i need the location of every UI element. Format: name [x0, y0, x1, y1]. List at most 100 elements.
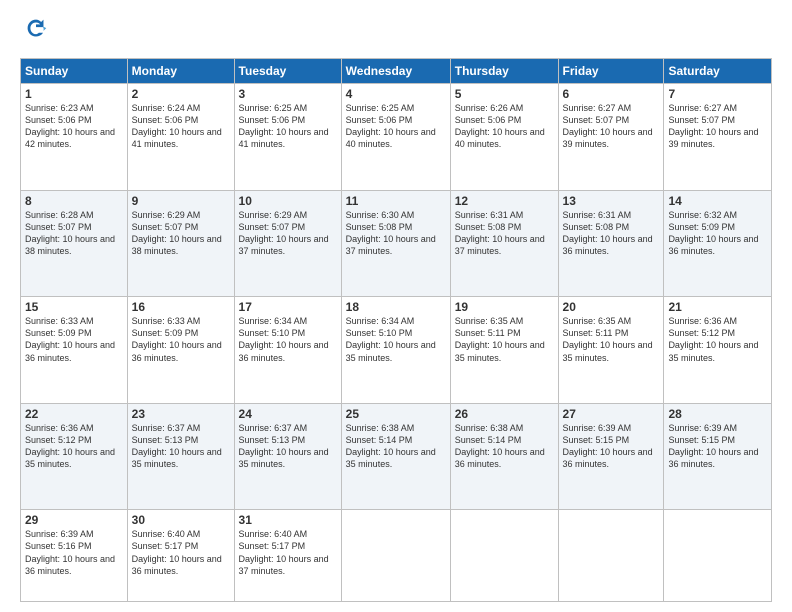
calendar-cell: 23Sunrise: 6:37 AMSunset: 5:13 PMDayligh…	[127, 403, 234, 510]
calendar-table: SundayMondayTuesdayWednesdayThursdayFrid…	[20, 58, 772, 602]
day-number: 17	[239, 300, 337, 314]
day-info: Sunrise: 6:27 AMSunset: 5:07 PMDaylight:…	[563, 102, 660, 151]
day-number: 22	[25, 407, 123, 421]
calendar-cell: 10Sunrise: 6:29 AMSunset: 5:07 PMDayligh…	[234, 190, 341, 297]
calendar-cell	[664, 510, 772, 602]
day-info: Sunrise: 6:33 AMSunset: 5:09 PMDaylight:…	[25, 315, 123, 364]
day-number: 4	[346, 87, 446, 101]
calendar-cell: 15Sunrise: 6:33 AMSunset: 5:09 PMDayligh…	[21, 297, 128, 404]
day-info: Sunrise: 6:35 AMSunset: 5:11 PMDaylight:…	[563, 315, 660, 364]
calendar-cell: 2Sunrise: 6:24 AMSunset: 5:06 PMDaylight…	[127, 84, 234, 191]
calendar-cell: 28Sunrise: 6:39 AMSunset: 5:15 PMDayligh…	[664, 403, 772, 510]
weekday-header: Wednesday	[341, 59, 450, 84]
calendar-cell: 8Sunrise: 6:28 AMSunset: 5:07 PMDaylight…	[21, 190, 128, 297]
logo-icon	[22, 15, 50, 43]
day-number: 9	[132, 194, 230, 208]
calendar-cell: 7Sunrise: 6:27 AMSunset: 5:07 PMDaylight…	[664, 84, 772, 191]
day-info: Sunrise: 6:38 AMSunset: 5:14 PMDaylight:…	[455, 422, 554, 471]
calendar-cell: 20Sunrise: 6:35 AMSunset: 5:11 PMDayligh…	[558, 297, 664, 404]
calendar-cell: 21Sunrise: 6:36 AMSunset: 5:12 PMDayligh…	[664, 297, 772, 404]
day-info: Sunrise: 6:29 AMSunset: 5:07 PMDaylight:…	[239, 209, 337, 258]
day-number: 15	[25, 300, 123, 314]
calendar-cell	[558, 510, 664, 602]
calendar-cell: 18Sunrise: 6:34 AMSunset: 5:10 PMDayligh…	[341, 297, 450, 404]
day-number: 28	[668, 407, 767, 421]
day-info: Sunrise: 6:34 AMSunset: 5:10 PMDaylight:…	[346, 315, 446, 364]
calendar-cell: 11Sunrise: 6:30 AMSunset: 5:08 PMDayligh…	[341, 190, 450, 297]
calendar-cell: 3Sunrise: 6:25 AMSunset: 5:06 PMDaylight…	[234, 84, 341, 191]
day-number: 16	[132, 300, 230, 314]
calendar-cell: 4Sunrise: 6:25 AMSunset: 5:06 PMDaylight…	[341, 84, 450, 191]
header	[20, 15, 772, 48]
calendar-cell: 27Sunrise: 6:39 AMSunset: 5:15 PMDayligh…	[558, 403, 664, 510]
day-number: 27	[563, 407, 660, 421]
day-number: 21	[668, 300, 767, 314]
calendar-cell: 6Sunrise: 6:27 AMSunset: 5:07 PMDaylight…	[558, 84, 664, 191]
day-info: Sunrise: 6:33 AMSunset: 5:09 PMDaylight:…	[132, 315, 230, 364]
day-info: Sunrise: 6:31 AMSunset: 5:08 PMDaylight:…	[455, 209, 554, 258]
day-number: 20	[563, 300, 660, 314]
calendar-cell: 26Sunrise: 6:38 AMSunset: 5:14 PMDayligh…	[450, 403, 558, 510]
day-number: 12	[455, 194, 554, 208]
day-info: Sunrise: 6:37 AMSunset: 5:13 PMDaylight:…	[239, 422, 337, 471]
day-info: Sunrise: 6:39 AMSunset: 5:15 PMDaylight:…	[668, 422, 767, 471]
calendar-cell: 16Sunrise: 6:33 AMSunset: 5:09 PMDayligh…	[127, 297, 234, 404]
day-info: Sunrise: 6:37 AMSunset: 5:13 PMDaylight:…	[132, 422, 230, 471]
calendar-cell: 25Sunrise: 6:38 AMSunset: 5:14 PMDayligh…	[341, 403, 450, 510]
day-number: 6	[563, 87, 660, 101]
calendar-cell: 17Sunrise: 6:34 AMSunset: 5:10 PMDayligh…	[234, 297, 341, 404]
day-info: Sunrise: 6:23 AMSunset: 5:06 PMDaylight:…	[25, 102, 123, 151]
day-info: Sunrise: 6:39 AMSunset: 5:16 PMDaylight:…	[25, 528, 123, 577]
day-info: Sunrise: 6:24 AMSunset: 5:06 PMDaylight:…	[132, 102, 230, 151]
day-info: Sunrise: 6:40 AMSunset: 5:17 PMDaylight:…	[132, 528, 230, 577]
day-number: 3	[239, 87, 337, 101]
logo	[20, 15, 50, 48]
day-number: 11	[346, 194, 446, 208]
calendar-cell: 19Sunrise: 6:35 AMSunset: 5:11 PMDayligh…	[450, 297, 558, 404]
day-number: 2	[132, 87, 230, 101]
day-info: Sunrise: 6:27 AMSunset: 5:07 PMDaylight:…	[668, 102, 767, 151]
weekday-header: Monday	[127, 59, 234, 84]
day-info: Sunrise: 6:30 AMSunset: 5:08 PMDaylight:…	[346, 209, 446, 258]
calendar-cell: 29Sunrise: 6:39 AMSunset: 5:16 PMDayligh…	[21, 510, 128, 602]
calendar-cell	[450, 510, 558, 602]
calendar-cell: 5Sunrise: 6:26 AMSunset: 5:06 PMDaylight…	[450, 84, 558, 191]
day-info: Sunrise: 6:32 AMSunset: 5:09 PMDaylight:…	[668, 209, 767, 258]
day-number: 1	[25, 87, 123, 101]
day-info: Sunrise: 6:25 AMSunset: 5:06 PMDaylight:…	[239, 102, 337, 151]
day-info: Sunrise: 6:35 AMSunset: 5:11 PMDaylight:…	[455, 315, 554, 364]
day-info: Sunrise: 6:36 AMSunset: 5:12 PMDaylight:…	[668, 315, 767, 364]
day-number: 18	[346, 300, 446, 314]
day-number: 25	[346, 407, 446, 421]
day-info: Sunrise: 6:36 AMSunset: 5:12 PMDaylight:…	[25, 422, 123, 471]
day-info: Sunrise: 6:29 AMSunset: 5:07 PMDaylight:…	[132, 209, 230, 258]
weekday-header: Saturday	[664, 59, 772, 84]
day-info: Sunrise: 6:28 AMSunset: 5:07 PMDaylight:…	[25, 209, 123, 258]
calendar-cell: 1Sunrise: 6:23 AMSunset: 5:06 PMDaylight…	[21, 84, 128, 191]
day-number: 29	[25, 513, 123, 527]
calendar-cell: 9Sunrise: 6:29 AMSunset: 5:07 PMDaylight…	[127, 190, 234, 297]
day-number: 26	[455, 407, 554, 421]
day-number: 24	[239, 407, 337, 421]
calendar-header-row: SundayMondayTuesdayWednesdayThursdayFrid…	[21, 59, 772, 84]
day-number: 10	[239, 194, 337, 208]
weekday-header: Tuesday	[234, 59, 341, 84]
day-number: 13	[563, 194, 660, 208]
calendar-cell: 22Sunrise: 6:36 AMSunset: 5:12 PMDayligh…	[21, 403, 128, 510]
page: SundayMondayTuesdayWednesdayThursdayFrid…	[0, 0, 792, 612]
day-info: Sunrise: 6:39 AMSunset: 5:15 PMDaylight:…	[563, 422, 660, 471]
calendar-cell: 13Sunrise: 6:31 AMSunset: 5:08 PMDayligh…	[558, 190, 664, 297]
day-info: Sunrise: 6:34 AMSunset: 5:10 PMDaylight:…	[239, 315, 337, 364]
weekday-header: Friday	[558, 59, 664, 84]
day-info: Sunrise: 6:26 AMSunset: 5:06 PMDaylight:…	[455, 102, 554, 151]
day-info: Sunrise: 6:38 AMSunset: 5:14 PMDaylight:…	[346, 422, 446, 471]
calendar-cell: 24Sunrise: 6:37 AMSunset: 5:13 PMDayligh…	[234, 403, 341, 510]
day-info: Sunrise: 6:25 AMSunset: 5:06 PMDaylight:…	[346, 102, 446, 151]
day-number: 14	[668, 194, 767, 208]
calendar-cell: 12Sunrise: 6:31 AMSunset: 5:08 PMDayligh…	[450, 190, 558, 297]
day-number: 30	[132, 513, 230, 527]
day-number: 8	[25, 194, 123, 208]
day-info: Sunrise: 6:31 AMSunset: 5:08 PMDaylight:…	[563, 209, 660, 258]
day-number: 7	[668, 87, 767, 101]
calendar-cell: 30Sunrise: 6:40 AMSunset: 5:17 PMDayligh…	[127, 510, 234, 602]
